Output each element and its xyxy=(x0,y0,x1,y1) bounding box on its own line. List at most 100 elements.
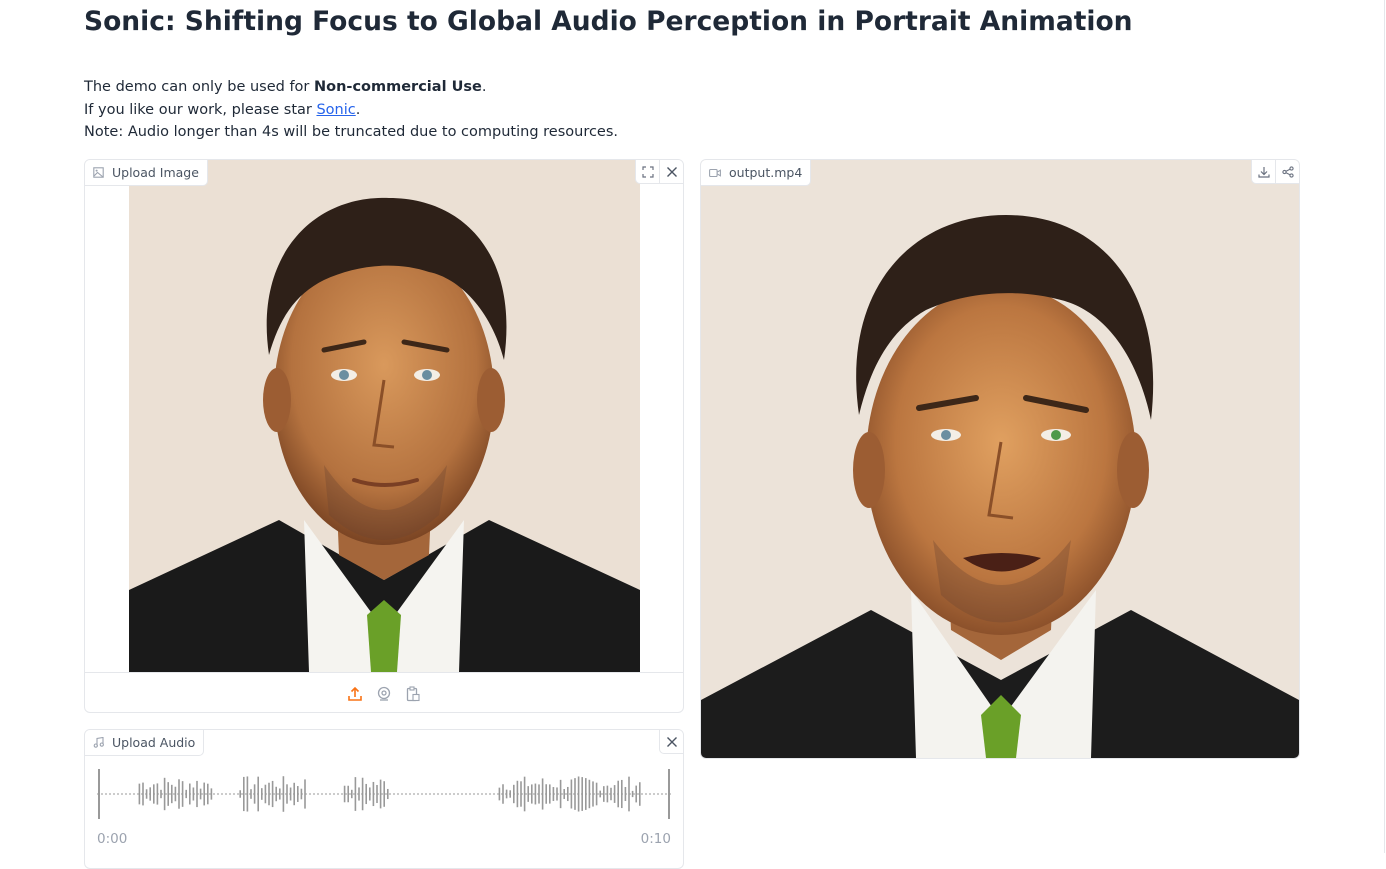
waveform-bar xyxy=(153,784,155,804)
clear-audio-button[interactable] xyxy=(660,730,683,753)
waveform-bar xyxy=(516,780,519,808)
waveform-bar xyxy=(239,790,241,798)
audio-upload-label-text: Upload Audio xyxy=(112,735,196,750)
waveform-bar xyxy=(376,784,378,804)
waveform-bar xyxy=(505,789,508,799)
audio-controls xyxy=(659,730,683,754)
audio-upload-label: Upload Audio xyxy=(85,730,205,756)
waveform-bar xyxy=(145,789,148,799)
waveform-bar xyxy=(261,788,263,800)
waveform-bar xyxy=(289,787,292,801)
waveform-bar xyxy=(570,779,573,809)
audio-waveform[interactable] xyxy=(97,764,671,824)
waveform-bar xyxy=(163,777,166,811)
waveform-bar xyxy=(621,779,623,809)
waveform-bar xyxy=(387,788,389,800)
video-controls xyxy=(1251,160,1299,184)
waveform-bar xyxy=(588,779,591,809)
upload-icon xyxy=(348,686,362,701)
star-note-text: If you like our work, please star xyxy=(84,101,317,118)
clipboard-source-button[interactable] xyxy=(404,685,422,703)
waveform-bar xyxy=(192,787,195,801)
waveform-bar xyxy=(631,790,634,798)
audio-start-time: 0:00 xyxy=(97,831,128,847)
waveform-end-marker xyxy=(668,769,670,819)
waveform-bar xyxy=(268,782,270,806)
image-upload-label: Upload Image xyxy=(85,160,208,186)
waveform-bar xyxy=(347,785,349,803)
waveform-bar xyxy=(149,787,151,801)
description: The demo can only be used for Non-commer… xyxy=(84,76,618,144)
waveform-start-marker xyxy=(98,769,100,819)
waveform-bar xyxy=(599,790,601,798)
waveform-bar xyxy=(502,784,504,804)
waveform-bar xyxy=(304,779,306,809)
waveform-bar xyxy=(207,783,209,805)
sonic-link[interactable]: Sonic xyxy=(316,102,355,118)
close-icon xyxy=(666,736,677,747)
download-icon xyxy=(1257,166,1270,178)
image-upload-panel[interactable]: Upload Image xyxy=(84,159,684,713)
page-title: Sonic: Shifting Focus to Global Audio Pe… xyxy=(84,6,1133,37)
video-output-panel[interactable]: output.mp4 xyxy=(700,159,1300,759)
waveform-bar xyxy=(559,779,562,809)
waveform-bar xyxy=(358,787,360,801)
waveform-bar xyxy=(286,784,288,804)
waveform-bar xyxy=(635,785,637,803)
waveform-bar xyxy=(246,776,249,812)
waveform-bar xyxy=(556,787,558,801)
waveform-bar xyxy=(595,782,598,806)
usage-note-bold: Non-commercial Use xyxy=(314,79,482,95)
waveform-bar xyxy=(210,788,213,800)
fullscreen-button[interactable] xyxy=(636,160,659,183)
image-icon xyxy=(93,167,104,178)
close-icon xyxy=(666,166,677,177)
waveform-bar xyxy=(624,786,627,802)
waveform-bar xyxy=(610,787,612,801)
waveform-bar xyxy=(541,778,544,810)
page-scrollbar-edge xyxy=(1384,0,1385,853)
waveform-bar xyxy=(351,789,353,799)
waveform-bar xyxy=(300,788,303,800)
waveform-bar xyxy=(549,784,551,804)
waveform-bar xyxy=(383,781,385,807)
star-note-end: . xyxy=(355,101,361,118)
waveform-bar xyxy=(639,782,641,806)
waveform-bar xyxy=(297,786,299,802)
waveform-bar xyxy=(613,785,616,803)
audio-upload-panel[interactable]: Upload Audio 0:00 0:10 xyxy=(84,729,684,869)
image-source-bar xyxy=(85,672,683,712)
waveform-bar xyxy=(379,779,382,809)
waveform-bar xyxy=(523,776,526,812)
waveform-bar xyxy=(185,789,187,799)
waveform-bar xyxy=(513,784,515,804)
usage-note: The demo can only be used for Non-commer… xyxy=(84,76,618,99)
waveform-bar xyxy=(628,776,630,812)
video-output-label: output.mp4 xyxy=(701,160,812,186)
waveform-bar xyxy=(178,779,180,809)
webcam-source-button[interactable] xyxy=(375,685,393,703)
upload-source-button[interactable] xyxy=(346,685,364,703)
waveform-bar xyxy=(293,782,295,806)
download-button[interactable] xyxy=(1252,160,1275,183)
output-video-player[interactable] xyxy=(701,160,1299,758)
video-output-label-text: output.mp4 xyxy=(729,165,803,180)
waveform-bar xyxy=(343,785,346,803)
input-portrait-image xyxy=(129,160,640,672)
waveform-bar xyxy=(174,786,177,802)
waveform-bar xyxy=(199,788,202,800)
fullscreen-icon xyxy=(641,165,654,178)
share-button[interactable] xyxy=(1275,160,1299,183)
waveform-bar xyxy=(203,782,205,806)
waveform-bar xyxy=(372,781,375,807)
waveform-bar xyxy=(160,789,162,799)
waveform-bar xyxy=(167,782,169,806)
waveform-bar xyxy=(563,789,565,799)
video-icon xyxy=(709,168,721,177)
waveform-bar xyxy=(243,776,245,812)
waveform-bar xyxy=(545,784,547,804)
clear-image-button[interactable] xyxy=(659,160,683,183)
waveform-bar xyxy=(606,785,609,803)
waveform-bar xyxy=(365,783,367,805)
waveform-bar xyxy=(534,783,537,805)
